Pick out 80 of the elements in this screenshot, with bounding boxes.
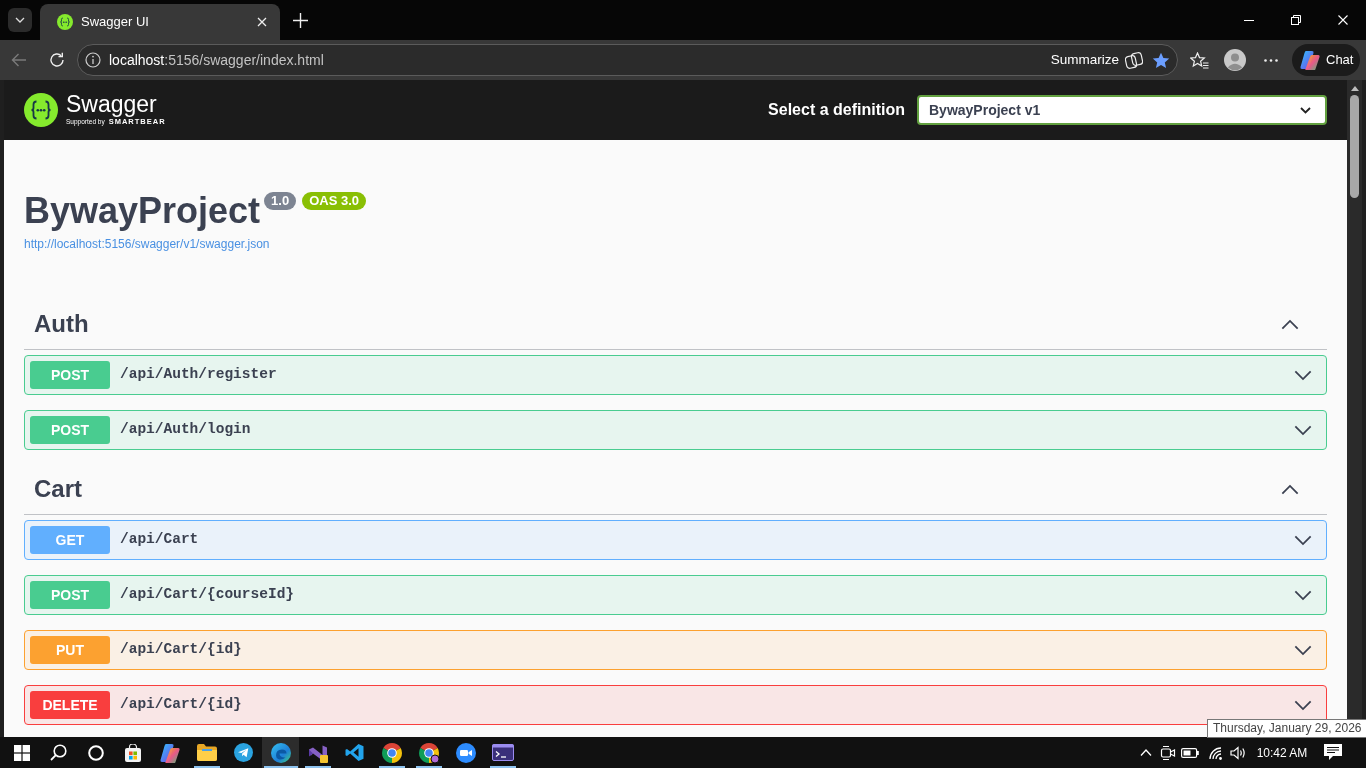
- ring-icon: [87, 744, 104, 761]
- chevron-up-icon[interactable]: [1281, 319, 1299, 330]
- chevron-down-icon[interactable]: [1294, 369, 1312, 381]
- chevron-up-icon: [1140, 749, 1152, 756]
- chevron-down-icon: [15, 17, 25, 23]
- reload-icon: [49, 52, 65, 68]
- operation-row[interactable]: POST /api/Cart/{courseId}: [24, 575, 1327, 615]
- edge-icon: [270, 742, 291, 763]
- copilot-icon: [1300, 50, 1320, 70]
- endpoint-path: /api/Cart/{id}: [120, 695, 242, 715]
- speech-bubble-icon: [1324, 744, 1342, 761]
- scroll-up-arrow-icon[interactable]: [1350, 86, 1359, 91]
- terminal-icon: [491, 744, 514, 761]
- chevron-down-icon[interactable]: [1294, 699, 1312, 711]
- spec-version-label: OAS 3.0: [302, 192, 367, 210]
- plus-icon: [292, 12, 308, 28]
- swagger-logo-icon: [57, 14, 73, 30]
- video-camera-icon: [455, 742, 476, 763]
- code-ribbon-icon: [345, 743, 364, 762]
- address-bar[interactable]: localhost:5156/swagger/index.html Summarize: [77, 44, 1178, 76]
- caret-down-icon: [1300, 106, 1311, 114]
- api-title: BywayProject: [24, 191, 261, 231]
- endpoint-path: /api/Auth/register: [120, 365, 277, 385]
- clock-button[interactable]: 10:42 AM: [1249, 737, 1315, 768]
- browser-tab[interactable]: Swagger UI: [40, 4, 280, 40]
- operation-row[interactable]: GET /api/Cart: [24, 520, 1327, 560]
- start-icon: [13, 744, 30, 761]
- chevron-down-icon[interactable]: [1294, 534, 1312, 546]
- chrome-icon: [418, 742, 439, 763]
- endpoint-path: /api/Auth/login: [120, 420, 251, 440]
- url-text: localhost:5156/swagger/index.html: [109, 50, 324, 70]
- method-label: POST: [30, 416, 110, 444]
- overlapping-squares-icon: [1125, 51, 1143, 69]
- method-label: DELETE: [30, 691, 110, 719]
- section-title[interactable]: Cart: [34, 475, 82, 504]
- endpoint-path: /api/Cart: [120, 530, 199, 550]
- chevron-down-icon[interactable]: [1294, 644, 1312, 656]
- search-icon: [50, 744, 67, 761]
- close-icon: [1337, 15, 1348, 25]
- copilot-icon: [159, 742, 180, 763]
- scrollbar-thumb[interactable]: [1350, 95, 1359, 198]
- tab-list-button[interactable]: [8, 8, 32, 32]
- method-label: POST: [30, 581, 110, 609]
- minimize-icon: [1243, 19, 1254, 21]
- camera-person-icon: [1160, 744, 1176, 761]
- taskbar-button[interactable]: [262, 737, 299, 768]
- endpoint-path: /api/Cart/{id}: [120, 640, 242, 660]
- folder-icon: [196, 744, 217, 761]
- chevron-down-icon[interactable]: [1294, 589, 1312, 601]
- summarize-button[interactable]: Summarize: [1046, 46, 1147, 74]
- paper-plane-icon: [234, 743, 253, 762]
- close-icon: [257, 17, 267, 27]
- definition-label: Select a definition: [768, 100, 905, 120]
- endpoint-path: /api/Cart/{courseId}: [120, 585, 295, 605]
- chrome-icon: [381, 742, 402, 763]
- battery-icon: [1181, 747, 1199, 758]
- info-icon: [85, 52, 101, 68]
- star-list-icon: [1189, 51, 1209, 69]
- avatar-icon: [1224, 49, 1246, 71]
- method-label: POST: [30, 361, 110, 389]
- date-tooltip: Thursday, January 29, 2026: [1207, 719, 1366, 738]
- method-label: GET: [30, 526, 110, 554]
- method-label: PUT: [30, 636, 110, 664]
- shopping-bag-icon: [123, 743, 142, 762]
- operation-row[interactable]: POST /api/Auth/register: [24, 355, 1327, 395]
- back-arrow-icon: [11, 53, 27, 67]
- definition-select[interactable]: BywayProject v1: [917, 95, 1327, 125]
- operation-row[interactable]: PUT /api/Cart/{id}: [24, 630, 1327, 670]
- brand-name: Swagger: [66, 92, 158, 117]
- operation-row[interactable]: POST /api/Auth/login: [24, 410, 1327, 450]
- restore-icon: [1290, 15, 1301, 25]
- version-label: 1.0: [264, 192, 297, 210]
- chevron-down-icon[interactable]: [1294, 424, 1312, 436]
- chat-button[interactable]: Chat: [1292, 44, 1360, 76]
- wifi-icon: [1208, 745, 1224, 760]
- swagger-logo-icon: [24, 93, 58, 127]
- section-title[interactable]: Auth: [34, 310, 89, 339]
- more-icon: [1264, 58, 1278, 62]
- chevron-up-icon[interactable]: [1281, 484, 1299, 495]
- speaker-icon: [1230, 745, 1246, 760]
